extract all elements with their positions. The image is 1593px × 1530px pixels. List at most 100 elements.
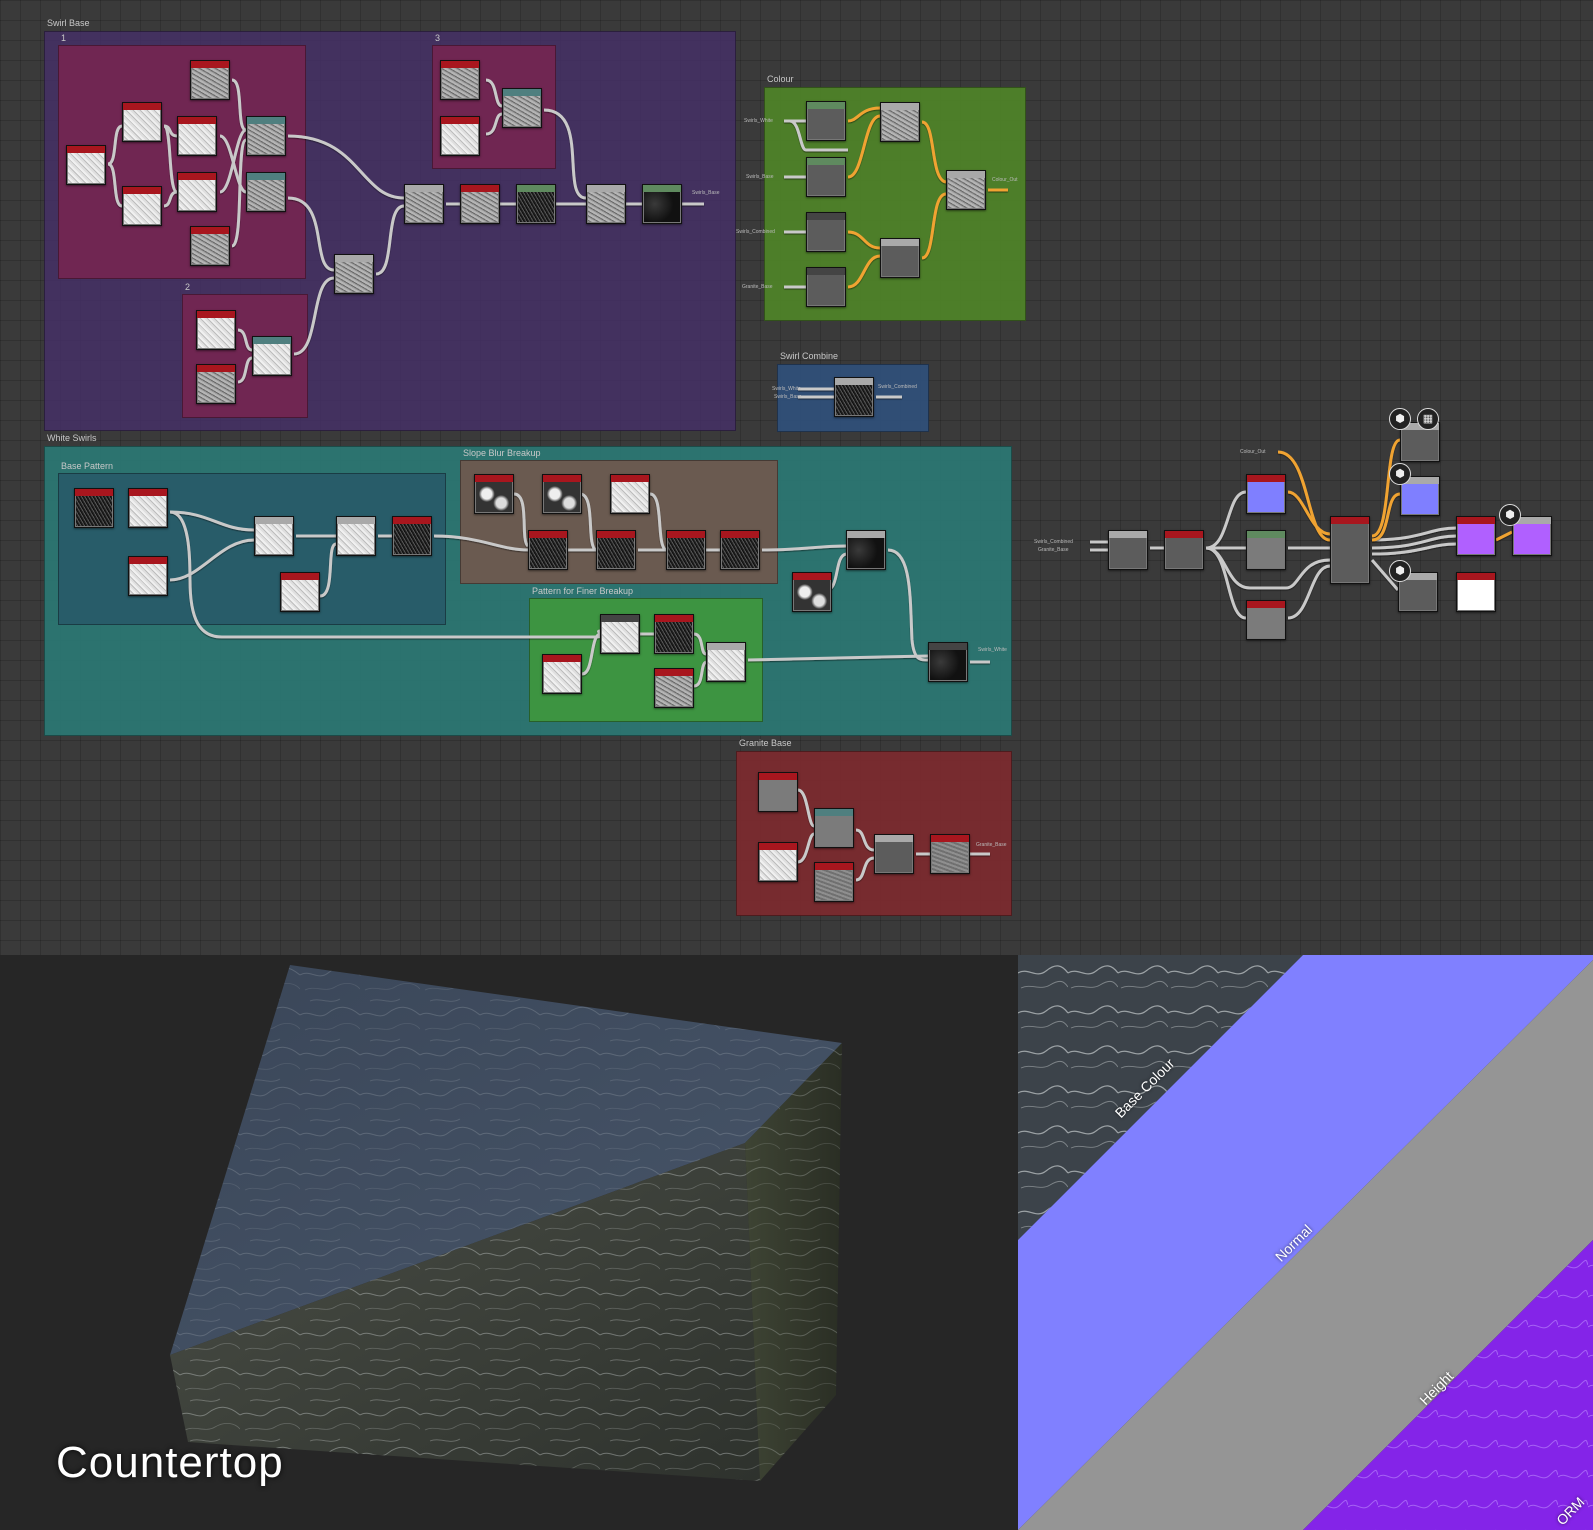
node-thumbnail — [179, 124, 215, 154]
node-thumbnail — [124, 110, 160, 140]
graph-node[interactable] — [930, 834, 970, 874]
graph-node[interactable] — [1246, 600, 1286, 640]
graph-node[interactable] — [814, 808, 854, 848]
graph-node[interactable] — [706, 642, 746, 682]
graph-node[interactable] — [874, 834, 914, 874]
graph-node[interactable] — [666, 530, 706, 570]
node-header — [197, 365, 235, 372]
3d-view-icon[interactable]: ⬢ — [1389, 408, 1411, 430]
graph-node[interactable] — [528, 530, 568, 570]
graph-node[interactable] — [177, 172, 217, 212]
graph-node[interactable] — [190, 226, 230, 266]
graph-node[interactable] — [946, 170, 986, 210]
graph-node[interactable] — [806, 212, 846, 252]
graph-node[interactable] — [1164, 530, 1204, 570]
frame-title: Swirl Combine — [780, 351, 839, 361]
graph-node[interactable] — [122, 102, 162, 142]
graph-node[interactable] — [596, 530, 636, 570]
graph-node[interactable] — [880, 238, 920, 278]
3d-view-icon[interactable]: ⬢ — [1389, 463, 1411, 485]
graph-node[interactable] — [806, 267, 846, 307]
graph-node[interactable] — [758, 772, 798, 812]
node-header — [947, 171, 985, 178]
node-header — [178, 173, 216, 180]
node-header — [503, 89, 541, 96]
node-header — [461, 185, 499, 192]
graph-node[interactable] — [128, 488, 168, 528]
input-label: Swirls_White — [772, 386, 801, 392]
input-label: Colour_Out — [1240, 449, 1266, 455]
graph-node[interactable] — [404, 184, 444, 224]
graph-node[interactable] — [928, 642, 968, 682]
node-thumbnail — [124, 194, 160, 224]
graph-node[interactable] — [806, 157, 846, 197]
graph-node[interactable] — [474, 474, 514, 514]
node-header — [441, 61, 479, 68]
node-thumbnail — [808, 275, 844, 305]
node-header — [793, 573, 831, 580]
graph-node[interactable] — [880, 102, 920, 142]
graph-node[interactable] — [610, 474, 650, 514]
graph-node[interactable] — [1108, 530, 1148, 570]
graph-node[interactable] — [246, 172, 286, 212]
graph-node[interactable] — [720, 530, 760, 570]
graph-node[interactable] — [1246, 474, 1286, 514]
graph-node[interactable] — [177, 116, 217, 156]
graph-node[interactable] — [196, 310, 236, 350]
graph-node[interactable] — [586, 184, 626, 224]
graph-node[interactable] — [66, 145, 106, 185]
node-thumbnail — [930, 650, 966, 680]
graph-node[interactable] — [502, 88, 542, 128]
graph-node[interactable] — [280, 572, 320, 612]
2d-view-icon[interactable]: ▦ — [1417, 408, 1439, 430]
graph-node[interactable] — [336, 516, 376, 556]
node-thumbnail — [882, 110, 918, 140]
node-thumbnail — [882, 246, 918, 276]
node-thumbnail — [808, 109, 844, 139]
graph-node[interactable] — [814, 862, 854, 902]
node-thumbnail — [68, 153, 104, 183]
graph-node[interactable] — [542, 474, 582, 514]
input-label: Swirls_Base — [774, 394, 802, 400]
graph-node[interactable] — [252, 336, 292, 376]
3d-view-icon[interactable]: ⬢ — [1499, 504, 1521, 526]
graph-node[interactable] — [122, 186, 162, 226]
node-thumbnail — [1458, 524, 1494, 554]
node-thumbnail — [1248, 482, 1284, 512]
3d-viewport[interactable]: Countertop — [0, 955, 1018, 1530]
node-header — [517, 185, 555, 192]
graph-node[interactable] — [460, 184, 500, 224]
graph-node[interactable] — [392, 516, 432, 556]
3d-view-icon[interactable]: ⬢ — [1389, 560, 1411, 582]
graph-node[interactable] — [642, 184, 682, 224]
graph-node[interactable] — [542, 654, 582, 694]
node-thumbnail — [1110, 538, 1146, 568]
graph-node[interactable] — [834, 377, 874, 417]
frame-base-pattern[interactable]: Base Pattern — [58, 461, 446, 625]
graph-node[interactable] — [1456, 516, 1496, 556]
graph-node[interactable] — [1246, 530, 1286, 570]
node-graph-canvas[interactable]: Swirl Base 1 2 3 Colour Swirl Combine Wh… — [0, 0, 1593, 955]
graph-node[interactable] — [74, 488, 114, 528]
graph-node[interactable] — [190, 60, 230, 100]
node-header — [587, 185, 625, 192]
graph-node[interactable] — [246, 116, 286, 156]
graph-node[interactable] — [440, 116, 480, 156]
graph-node[interactable] — [516, 184, 556, 224]
node-thumbnail — [656, 622, 692, 652]
graph-node[interactable] — [600, 614, 640, 654]
graph-node[interactable] — [440, 60, 480, 100]
graph-node[interactable] — [334, 254, 374, 294]
graph-node[interactable] — [806, 101, 846, 141]
graph-node[interactable] — [758, 842, 798, 882]
graph-node[interactable] — [128, 556, 168, 596]
graph-node[interactable] — [792, 572, 832, 612]
graph-node[interactable] — [654, 668, 694, 708]
node-thumbnail — [808, 165, 844, 195]
graph-node[interactable] — [1456, 572, 1496, 612]
graph-node[interactable] — [196, 364, 236, 404]
graph-node[interactable] — [254, 516, 294, 556]
graph-node[interactable] — [654, 614, 694, 654]
graph-node[interactable] — [846, 530, 886, 570]
graph-node[interactable] — [1330, 516, 1370, 584]
